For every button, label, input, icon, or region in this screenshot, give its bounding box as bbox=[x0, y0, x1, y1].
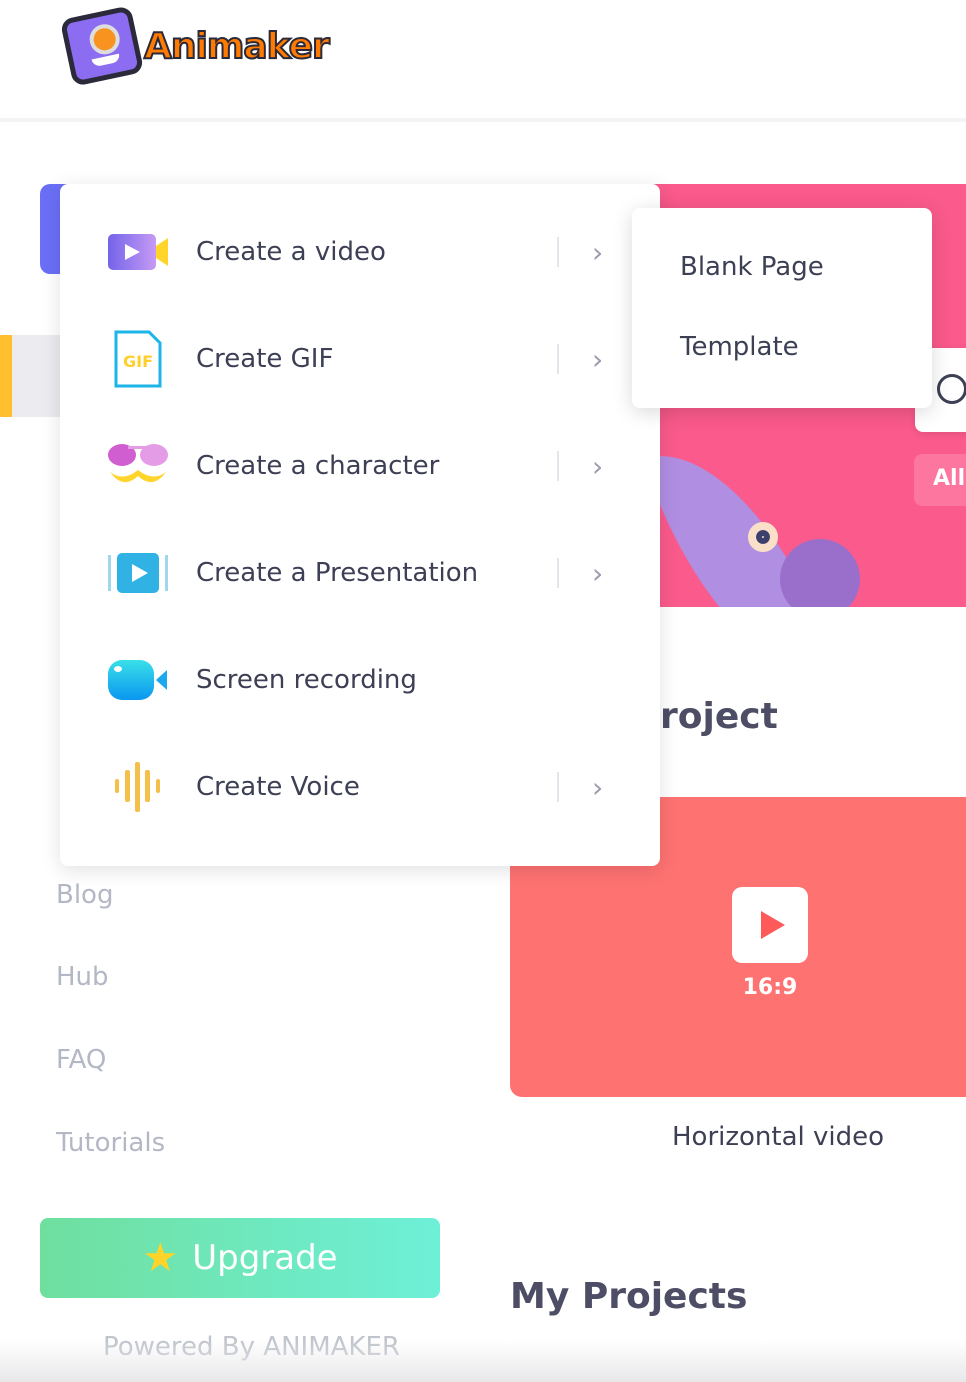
glasses-mustache-icon bbox=[108, 436, 168, 496]
upgrade-label: Upgrade bbox=[192, 1238, 338, 1278]
chevron-right-icon[interactable]: › bbox=[592, 343, 603, 376]
chevron-right-icon[interactable]: › bbox=[592, 236, 603, 269]
powered-by: Powered By ANIMAKER bbox=[103, 1332, 400, 1362]
flower-illustration bbox=[748, 522, 778, 552]
bush-illustration bbox=[780, 539, 860, 607]
divider bbox=[557, 344, 559, 374]
card-label: Horizontal video bbox=[672, 1122, 885, 1152]
animaker-logo[interactable]: Animaker bbox=[59, 5, 331, 87]
upgrade-button[interactable]: ★ Upgrade bbox=[40, 1218, 440, 1298]
menu-item-screen-recording[interactable]: Screen recording bbox=[60, 640, 660, 720]
menu-item-label: Create a video bbox=[196, 237, 386, 267]
filter-all[interactable]: All bbox=[914, 454, 966, 506]
presentation-play-icon bbox=[108, 543, 168, 603]
sidebar-link-blog[interactable]: Blog bbox=[56, 880, 113, 910]
submenu-template[interactable]: Template bbox=[680, 332, 799, 362]
menu-item-label: Screen recording bbox=[196, 665, 417, 695]
menu-item-label: Create Voice bbox=[196, 772, 360, 802]
sidebar-link-faq[interactable]: FAQ bbox=[56, 1045, 106, 1075]
star-icon: ★ bbox=[142, 1235, 179, 1281]
my-projects-title: My Projects bbox=[510, 1276, 748, 1317]
create-menu: Create a video › GIF Create GIF › Create… bbox=[60, 184, 660, 866]
menu-item-create-video[interactable]: Create a video › bbox=[60, 212, 660, 292]
mascot-icon bbox=[59, 5, 145, 87]
ratio-label: 16:9 bbox=[742, 975, 798, 1000]
logo-text: Animaker bbox=[143, 25, 331, 68]
header: Animaker bbox=[0, 0, 966, 122]
svg-text:GIF: GIF bbox=[123, 352, 153, 371]
sidebar-link-hub[interactable]: Hub bbox=[56, 962, 109, 992]
menu-item-create-voice[interactable]: Create Voice › bbox=[60, 747, 660, 827]
chevron-right-icon[interactable]: › bbox=[592, 557, 603, 590]
menu-item-create-gif[interactable]: GIF Create GIF › bbox=[60, 319, 660, 399]
menu-item-create-character[interactable]: Create a character › bbox=[60, 426, 660, 506]
menu-item-label: Create GIF bbox=[196, 344, 334, 374]
divider bbox=[557, 558, 559, 588]
video-submenu: Blank Page Template bbox=[632, 208, 932, 408]
menu-item-label: Create a Presentation bbox=[196, 558, 479, 588]
section-title: roject bbox=[660, 696, 778, 737]
chevron-right-icon[interactable]: › bbox=[592, 450, 603, 483]
search-icon bbox=[937, 374, 966, 404]
menu-item-label: Create a character bbox=[196, 451, 440, 481]
gif-file-icon: GIF bbox=[108, 329, 168, 389]
divider bbox=[557, 772, 559, 802]
play-icon bbox=[732, 887, 808, 963]
divider bbox=[557, 451, 559, 481]
sidebar-link-tutorials[interactable]: Tutorials bbox=[56, 1128, 165, 1158]
submenu-blank-page[interactable]: Blank Page bbox=[680, 252, 824, 282]
chevron-right-icon[interactable]: › bbox=[592, 771, 603, 804]
video-camera-icon bbox=[108, 222, 168, 282]
divider bbox=[557, 237, 559, 267]
voice-waveform-icon bbox=[108, 757, 168, 817]
menu-item-create-presentation[interactable]: Create a Presentation › bbox=[60, 533, 660, 613]
screen-record-camera-icon bbox=[108, 650, 168, 710]
